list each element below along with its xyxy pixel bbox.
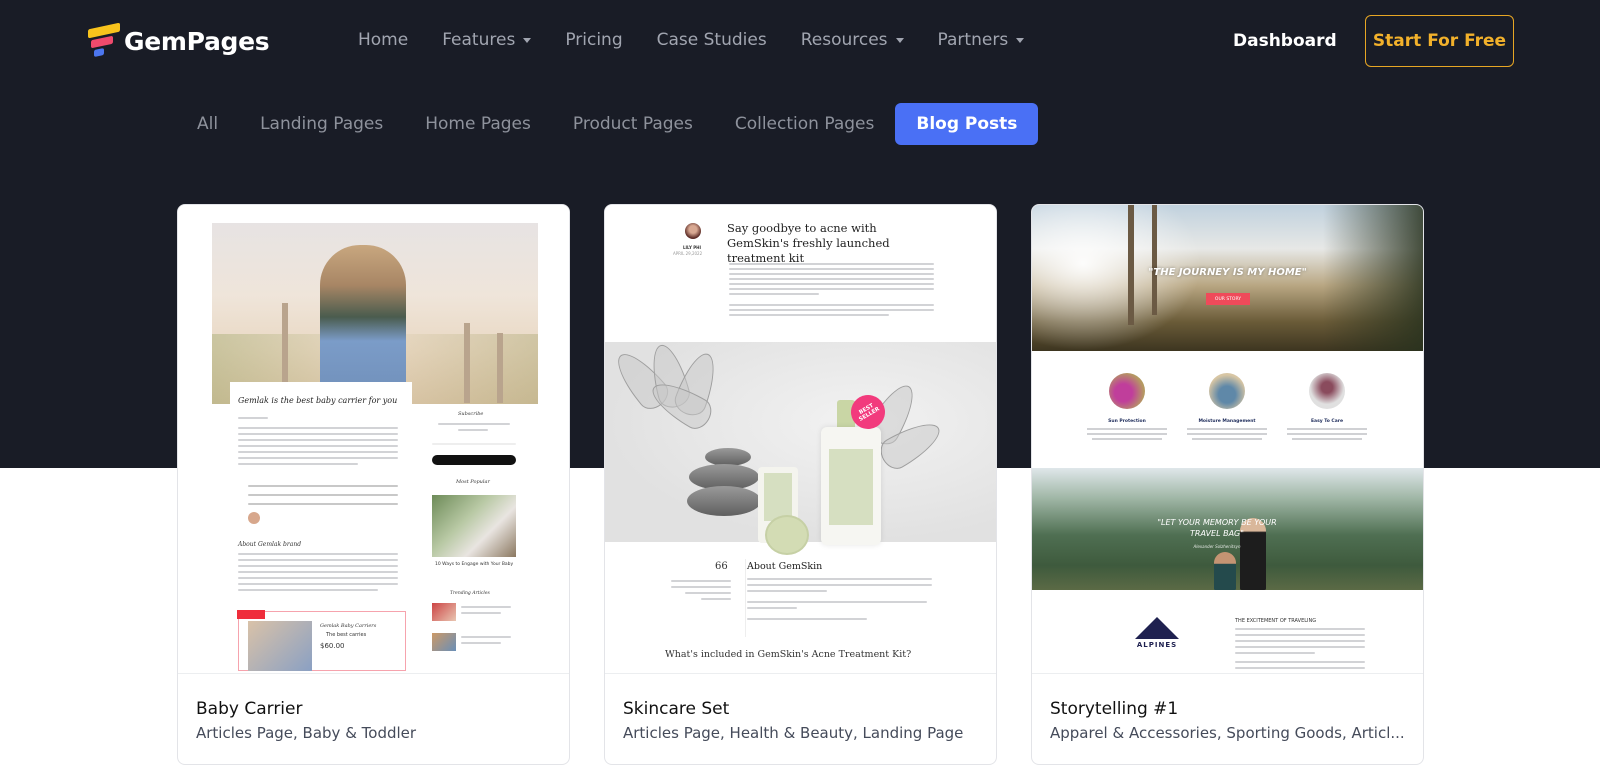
subscribe-heading: Subscribe	[458, 411, 484, 417]
section-heading: THE EXCITEMENT OF TRAVELING	[1235, 618, 1317, 624]
nav-partners[interactable]: Partners	[938, 30, 1025, 50]
template-card-skincare-set[interactable]: LILY PHI APRIL 29,2022 Say goodbye to ac…	[604, 204, 997, 765]
hero-quote: "THE JOURNEY IS MY HOME"	[1148, 267, 1307, 278]
dashboard-link[interactable]: Dashboard	[1233, 31, 1337, 51]
template-name[interactable]: Storytelling #1	[1050, 699, 1178, 719]
nav-case-studies-label: Case Studies	[656, 30, 767, 50]
most-popular-heading: Most Popular	[456, 479, 490, 485]
nav-features[interactable]: Features	[442, 30, 532, 50]
nav-resources[interactable]: Resources	[801, 30, 904, 50]
main-nav: Home Features Pricing Case Studies Resou…	[358, 30, 1025, 50]
brand-name: GemPages	[124, 26, 270, 56]
popular-article-title: 10 Ways to Engage with Your Baby	[435, 562, 514, 567]
template-tags: Articles Page, Health & Beauty, Landing …	[623, 724, 964, 742]
nav-partners-label: Partners	[937, 30, 1009, 50]
nav-resources-label: Resources	[800, 30, 888, 50]
author-name: LILY PHI	[683, 245, 702, 250]
caret-down-icon	[1016, 37, 1025, 43]
tab-all[interactable]: All	[176, 103, 239, 145]
alpines-logo: ALPINES	[1128, 617, 1186, 649]
brand-logo[interactable]: GemPages	[88, 22, 270, 58]
caret-down-icon	[523, 37, 532, 43]
tab-landing-pages[interactable]: Landing Pages	[239, 103, 404, 145]
travel-quote: "LET YOUR MEMORY BE YOUR TRAVEL BAG" Ale…	[1157, 518, 1277, 549]
tab-product-pages[interactable]: Product Pages	[552, 103, 714, 145]
about-heading: About Gemlak brand	[238, 541, 302, 548]
nav-home[interactable]: Home	[358, 30, 408, 50]
feature-easy-to-care: Easy To Care	[1272, 373, 1382, 443]
gempages-logo-icon	[88, 22, 120, 58]
nav-pricing-label: Pricing	[565, 30, 623, 50]
template-name[interactable]: Baby Carrier	[196, 699, 302, 719]
product-tagline: The best carries	[326, 632, 367, 638]
template-preview[interactable]: LILY PHI APRIL 29,2022 Say goodbye to ac…	[605, 205, 996, 674]
nav-pricing[interactable]: Pricing	[565, 30, 622, 50]
tab-blog-posts[interactable]: Blog Posts	[895, 103, 1039, 145]
article-title: Say goodbye to acne with GemSkin's fresh…	[727, 221, 890, 265]
template-card-storytelling-1[interactable]: "THE JOURNEY IS MY HOME" OUR STORY Sun P…	[1031, 204, 1424, 765]
product-price: $60.00	[320, 642, 345, 650]
template-name[interactable]: Skincare Set	[623, 699, 729, 719]
about-heading: About GemSkin	[747, 561, 823, 572]
our-story-button: OUR STORY	[1206, 293, 1250, 305]
nav-case-studies[interactable]: Case Studies	[657, 30, 767, 50]
product-name: Gemlak Baby Carriers	[320, 623, 377, 629]
feature-sun-protection: Sun Protection	[1072, 373, 1182, 443]
template-tags: Apparel & Accessories, Sporting Goods, A…	[1050, 724, 1405, 742]
site-header: GemPages Home Features Pricing Case Stud…	[0, 0, 1600, 82]
author-avatar	[685, 223, 701, 239]
cream-jar	[765, 515, 809, 555]
template-tags: Articles Page, Baby & Toddler	[196, 724, 417, 742]
sale-badge	[237, 610, 265, 619]
post-date: APRIL 29,2022	[673, 251, 703, 256]
tab-home-pages[interactable]: Home Pages	[404, 103, 552, 145]
tab-collection-pages[interactable]: Collection Pages	[714, 103, 896, 145]
hero-image	[212, 223, 538, 405]
start-for-free-button[interactable]: Start For Free	[1365, 15, 1514, 67]
category-filter-tabs: All Landing Pages Home Pages Product Pag…	[176, 103, 1039, 145]
section-heading: What's included in GemSkin's Acne Treatm…	[665, 649, 912, 660]
quote-mark: 66	[715, 561, 728, 572]
product-image	[248, 621, 312, 671]
hero-image	[1032, 205, 1423, 351]
template-preview[interactable]: Gemlak is the best baby carrier for you …	[178, 205, 569, 674]
feature-moisture-management: Moisture Management	[1172, 373, 1282, 443]
nav-features-label: Features	[442, 30, 516, 50]
template-card-baby-carrier[interactable]: Gemlak is the best baby carrier for you …	[177, 204, 570, 765]
nav-home-label: Home	[358, 30, 409, 50]
mother-baby-figure	[320, 245, 406, 405]
popular-article-image	[432, 495, 516, 557]
subscribe-button	[432, 455, 516, 465]
product-hero-image	[605, 340, 996, 542]
article-title: Gemlak is the best baby carrier for you	[238, 396, 398, 405]
template-preview[interactable]: "THE JOURNEY IS MY HOME" OUR STORY Sun P…	[1032, 205, 1423, 674]
caret-down-icon	[895, 37, 904, 43]
trending-heading: Trending Articles	[450, 591, 490, 596]
